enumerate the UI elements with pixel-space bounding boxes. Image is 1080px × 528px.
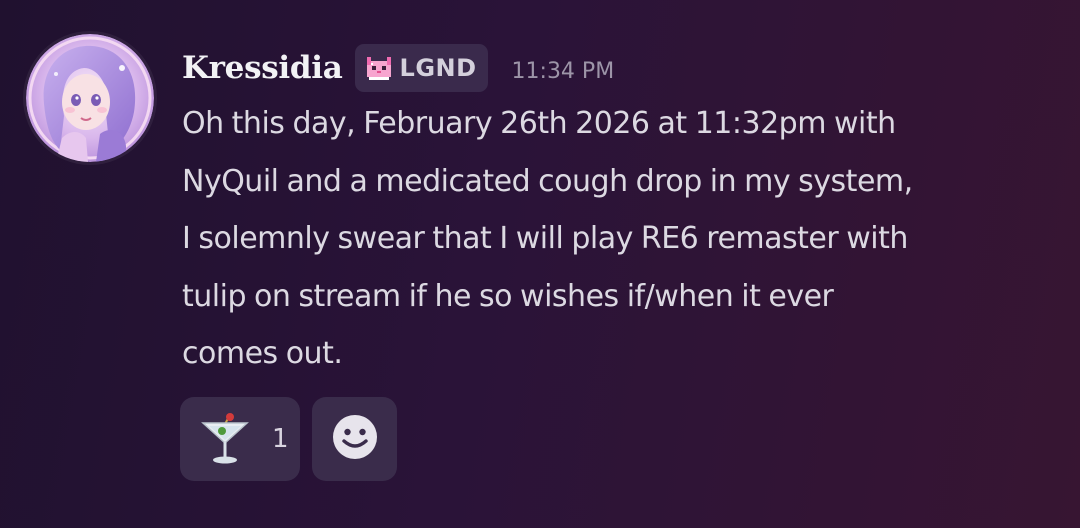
reaction-bar: 1 [180, 397, 397, 481]
smiley-face-icon [331, 413, 379, 465]
user-tag-label: LGND [399, 54, 477, 82]
message-line: comes out. [182, 336, 343, 371]
cocktail-reaction-button[interactable]: 1 [180, 397, 300, 481]
message-header: Kressidia LGND 11:34 PM [182, 42, 614, 94]
chat-message: Kressidia LGND 11:34 PM Oh this day, Feb… [0, 0, 1080, 528]
pixel-cat-icon [364, 53, 394, 83]
cocktail-glass-icon [200, 411, 250, 467]
user-avatar[interactable] [26, 34, 154, 162]
message-timestamp[interactable]: 11:34 PM [512, 59, 615, 84]
message-line: tulip on stream if he so wishes if/when … [182, 278, 834, 314]
message-content: Oh this day, February 26th 2026 at 11:32… [182, 95, 1062, 383]
add-reaction-button[interactable] [312, 397, 397, 481]
author-username[interactable]: Kressidia [182, 50, 343, 86]
message-line: I solemnly swear that I will play RE6 re… [182, 221, 908, 256]
message-line: Oh this day, February 26th 2026 at 11:32… [182, 106, 896, 141]
user-tag-badge[interactable]: LGND [354, 44, 488, 92]
message-line: NyQuil and a medicated cough drop in my … [182, 163, 913, 199]
reaction-count: 1 [272, 424, 289, 454]
